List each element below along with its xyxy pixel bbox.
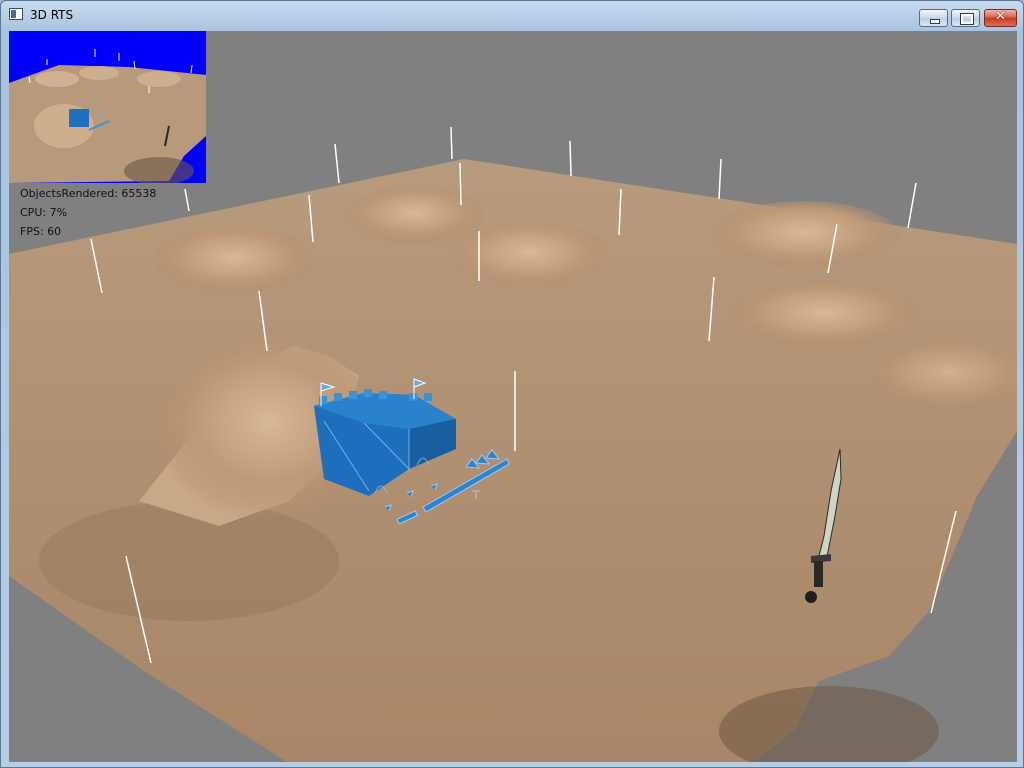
hill <box>729 281 919 351</box>
game-window: 3D RTS ✕ ObjectsRendered: 65538 CPU: 7% … <box>0 0 1024 768</box>
cpu-stat: CPU: 7% <box>20 206 68 219</box>
minimap-view <box>9 49 206 183</box>
game-viewport[interactable]: ObjectsRendered: 65538 CPU: 7% FPS: 60 <box>9 31 1017 762</box>
close-button[interactable]: ✕ <box>984 9 1017 27</box>
objects-rendered-stat: ObjectsRendered: 65538 <box>20 187 157 200</box>
stats-overlay: ObjectsRendered: 65538 CPU: 7% FPS: 60 <box>20 184 156 241</box>
app-icon <box>9 8 23 20</box>
maximize-icon <box>960 13 974 25</box>
minimize-icon <box>930 19 940 24</box>
window-title: 3D RTS <box>30 8 74 22</box>
hill <box>709 201 899 271</box>
title-bar[interactable]: 3D RTS ✕ <box>1 1 1023 31</box>
hill <box>449 221 609 291</box>
hill <box>154 226 314 296</box>
fps-stat: FPS: 60 <box>20 225 62 238</box>
minimap[interactable] <box>9 31 206 183</box>
close-icon: ✕ <box>995 9 1006 24</box>
minimize-button[interactable] <box>919 9 948 27</box>
maximize-button[interactable] <box>951 9 980 27</box>
